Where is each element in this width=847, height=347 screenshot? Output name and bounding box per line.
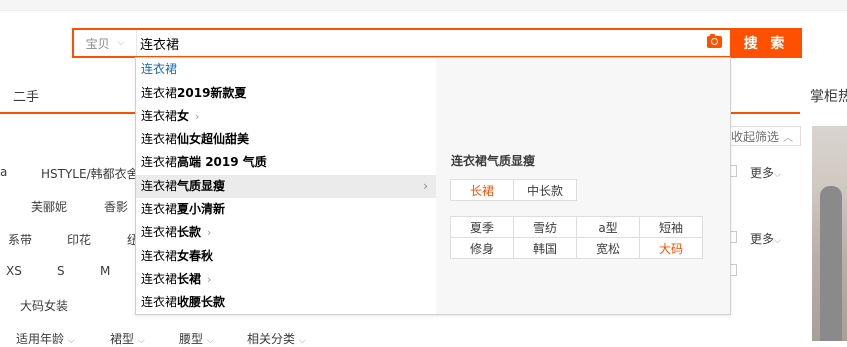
- chevron-right-icon: ›: [207, 273, 212, 286]
- suggestion-prefix: 连衣裙: [141, 202, 178, 216]
- tag-item[interactable]: 修身: [450, 237, 514, 259]
- search-scope-label: 宝贝: [85, 36, 110, 51]
- chevron-down-icon: ⌵: [67, 336, 75, 346]
- camera-icon[interactable]: [707, 34, 722, 48]
- tag-item[interactable]: 雪纺: [513, 216, 577, 238]
- suggestion-prefix: 连衣裙: [141, 179, 178, 193]
- filter-item[interactable]: 大码女装: [20, 297, 68, 314]
- suggestion-prefix: 连衣裙: [141, 62, 178, 76]
- filter-item[interactable]: HSTYLE/韩都衣舍: [41, 165, 139, 182]
- suggestion-suffix: 气质显瘦: [177, 179, 226, 193]
- suggestion-prefix: 连衣裙: [141, 132, 178, 146]
- suggestion-item[interactable]: 连衣裙夏小清新: [136, 198, 436, 221]
- tag-grid: 夏季 雪纺 a型 短袖 修身 韩国 宽松 大码: [450, 216, 703, 259]
- filter-dropdown[interactable]: 相关分类 ⌵: [247, 330, 306, 347]
- filter-item[interactable]: S: [57, 264, 65, 278]
- product-photo[interactable]: [812, 126, 847, 341]
- suggestion-dropdown: 连衣裙 连衣裙2019新款夏 连衣裙女 › 连衣裙仙女超仙甜美 连衣裙高端 201…: [135, 57, 731, 315]
- suggestion-item[interactable]: 连衣裙高端 2019 气质: [136, 151, 436, 174]
- filter-dropdown-label: 适用年龄: [16, 332, 65, 346]
- suggestion-item[interactable]: 连衣裙: [136, 58, 436, 81]
- detail-title: 连衣裙气质显瘦: [451, 154, 536, 168]
- more-label: 更多: [750, 232, 775, 246]
- chevron-right-icon: ›: [207, 226, 212, 239]
- right-panel-title: 掌柜热: [810, 89, 847, 105]
- filter-item[interactable]: M: [100, 264, 110, 278]
- filter-dropdown[interactable]: 腰型 ⌵: [179, 330, 214, 347]
- suggestion-suffix: 仙女超仙甜美: [177, 132, 250, 146]
- suggestion-prefix: 连衣裙: [141, 272, 178, 286]
- suggestion-prefix: 连衣裙: [141, 155, 178, 169]
- suggestion-suffix: 女: [177, 109, 190, 123]
- search-box: 宝贝 ⌵: [72, 28, 730, 58]
- search-scope-select[interactable]: 宝贝 ⌵: [74, 30, 137, 56]
- suggestion-item[interactable]: 连衣裙女春秋: [136, 245, 436, 268]
- chevron-down-icon: ⌵: [206, 336, 214, 346]
- suggestion-suffix: 2019新款夏: [177, 86, 247, 100]
- tag-item[interactable]: 宽松: [576, 237, 640, 259]
- suggestion-suffix: 长款: [177, 225, 202, 239]
- filter-dropdown[interactable]: 裙型 ⌵: [110, 330, 145, 347]
- more-label: 更多: [750, 166, 775, 180]
- chevron-up-icon: ︿: [783, 132, 793, 144]
- length-tab-medium[interactable]: 中长款: [513, 179, 577, 201]
- search-button[interactable]: 搜 索: [730, 28, 802, 58]
- model-figure: [820, 186, 842, 341]
- chevron-down-icon: ⌵: [298, 336, 306, 346]
- filter-dropdown[interactable]: 适用年龄 ⌵: [16, 330, 75, 347]
- suggestion-suffix: 收腰长款: [177, 295, 226, 309]
- filter-dropdown-label: 裙型: [110, 332, 135, 346]
- tag-item[interactable]: 夏季: [450, 216, 514, 238]
- suggestion-item[interactable]: 连衣裙2019新款夏: [136, 82, 436, 105]
- suggestion-item[interactable]: 连衣裙收腰长款: [136, 291, 436, 314]
- filter-dropdown-label: 腰型: [179, 332, 204, 346]
- suggestion-prefix: 连衣裙: [141, 109, 178, 123]
- suggestion-suffix: 夏小清新: [177, 202, 226, 216]
- tab-secondhand[interactable]: 二手: [13, 86, 39, 105]
- suggestion-item[interactable]: 连衣裙长裙 ›: [136, 268, 436, 291]
- collapse-filter-label: 收起筛选: [730, 129, 779, 144]
- filter-item[interactable]: 系带: [8, 231, 32, 248]
- suggestion-prefix: 连衣裙: [141, 86, 178, 100]
- suggestion-suffix: 高端 2019 气质: [177, 155, 267, 169]
- suggestion-suffix: 长裙: [177, 272, 202, 286]
- top-strip: [0, 0, 847, 11]
- filter-item[interactable]: 印花: [67, 231, 91, 248]
- tag-item[interactable]: a型: [576, 216, 640, 238]
- length-tabs: 长裙 中长款: [450, 179, 577, 201]
- suggestion-item[interactable]: 连衣裙仙女超仙甜美: [136, 128, 436, 151]
- filter-item[interactable]: a: [0, 165, 7, 179]
- filter-dropdown-label: 相关分类: [247, 332, 296, 346]
- tag-item-highlighted[interactable]: 大码: [639, 237, 703, 259]
- suggestion-prefix: 连衣裙: [141, 295, 178, 309]
- search-input[interactable]: [140, 33, 680, 53]
- length-tab-long[interactable]: 长裙: [450, 179, 514, 201]
- chevron-down-icon: ⌵: [774, 170, 781, 180]
- more-button[interactable]: 更多⌵: [750, 230, 781, 247]
- suggestion-item[interactable]: 连衣裙女 ›: [136, 105, 436, 128]
- suggestion-list: 连衣裙 连衣裙2019新款夏 连衣裙女 › 连衣裙仙女超仙甜美 连衣裙高端 201…: [136, 58, 437, 314]
- filter-item[interactable]: 香影: [104, 198, 128, 215]
- chevron-right-icon: ›: [423, 179, 428, 193]
- suggestion-item[interactable]: 连衣裙长款 ›: [136, 221, 436, 244]
- suggestion-suffix: 女春秋: [177, 249, 214, 263]
- collapse-filter-button[interactable]: 收起筛选 ︿: [723, 126, 801, 146]
- suggestion-prefix: 连衣裙: [141, 225, 178, 239]
- filter-item[interactable]: XS: [6, 264, 22, 278]
- chevron-down-icon: ⌵: [774, 236, 781, 246]
- chevron-down-icon: ⌵: [117, 38, 125, 48]
- chevron-down-icon: ⌵: [137, 336, 145, 346]
- more-button[interactable]: 更多⌵: [750, 164, 781, 181]
- filter-item[interactable]: 芙郦妮: [31, 198, 67, 215]
- suggestion-detail-panel: 连衣裙气质显瘦 长裙 中长款 夏季 雪纺 a型 短袖 修身 韩国 宽松 大码: [436, 58, 730, 314]
- chevron-right-icon: ›: [195, 110, 200, 123]
- suggestion-prefix: 连衣裙: [141, 249, 178, 263]
- tag-item[interactable]: 韩国: [513, 237, 577, 259]
- tag-item[interactable]: 短袖: [639, 216, 703, 238]
- suggestion-item-active[interactable]: 连衣裙气质显瘦 ›: [136, 175, 436, 198]
